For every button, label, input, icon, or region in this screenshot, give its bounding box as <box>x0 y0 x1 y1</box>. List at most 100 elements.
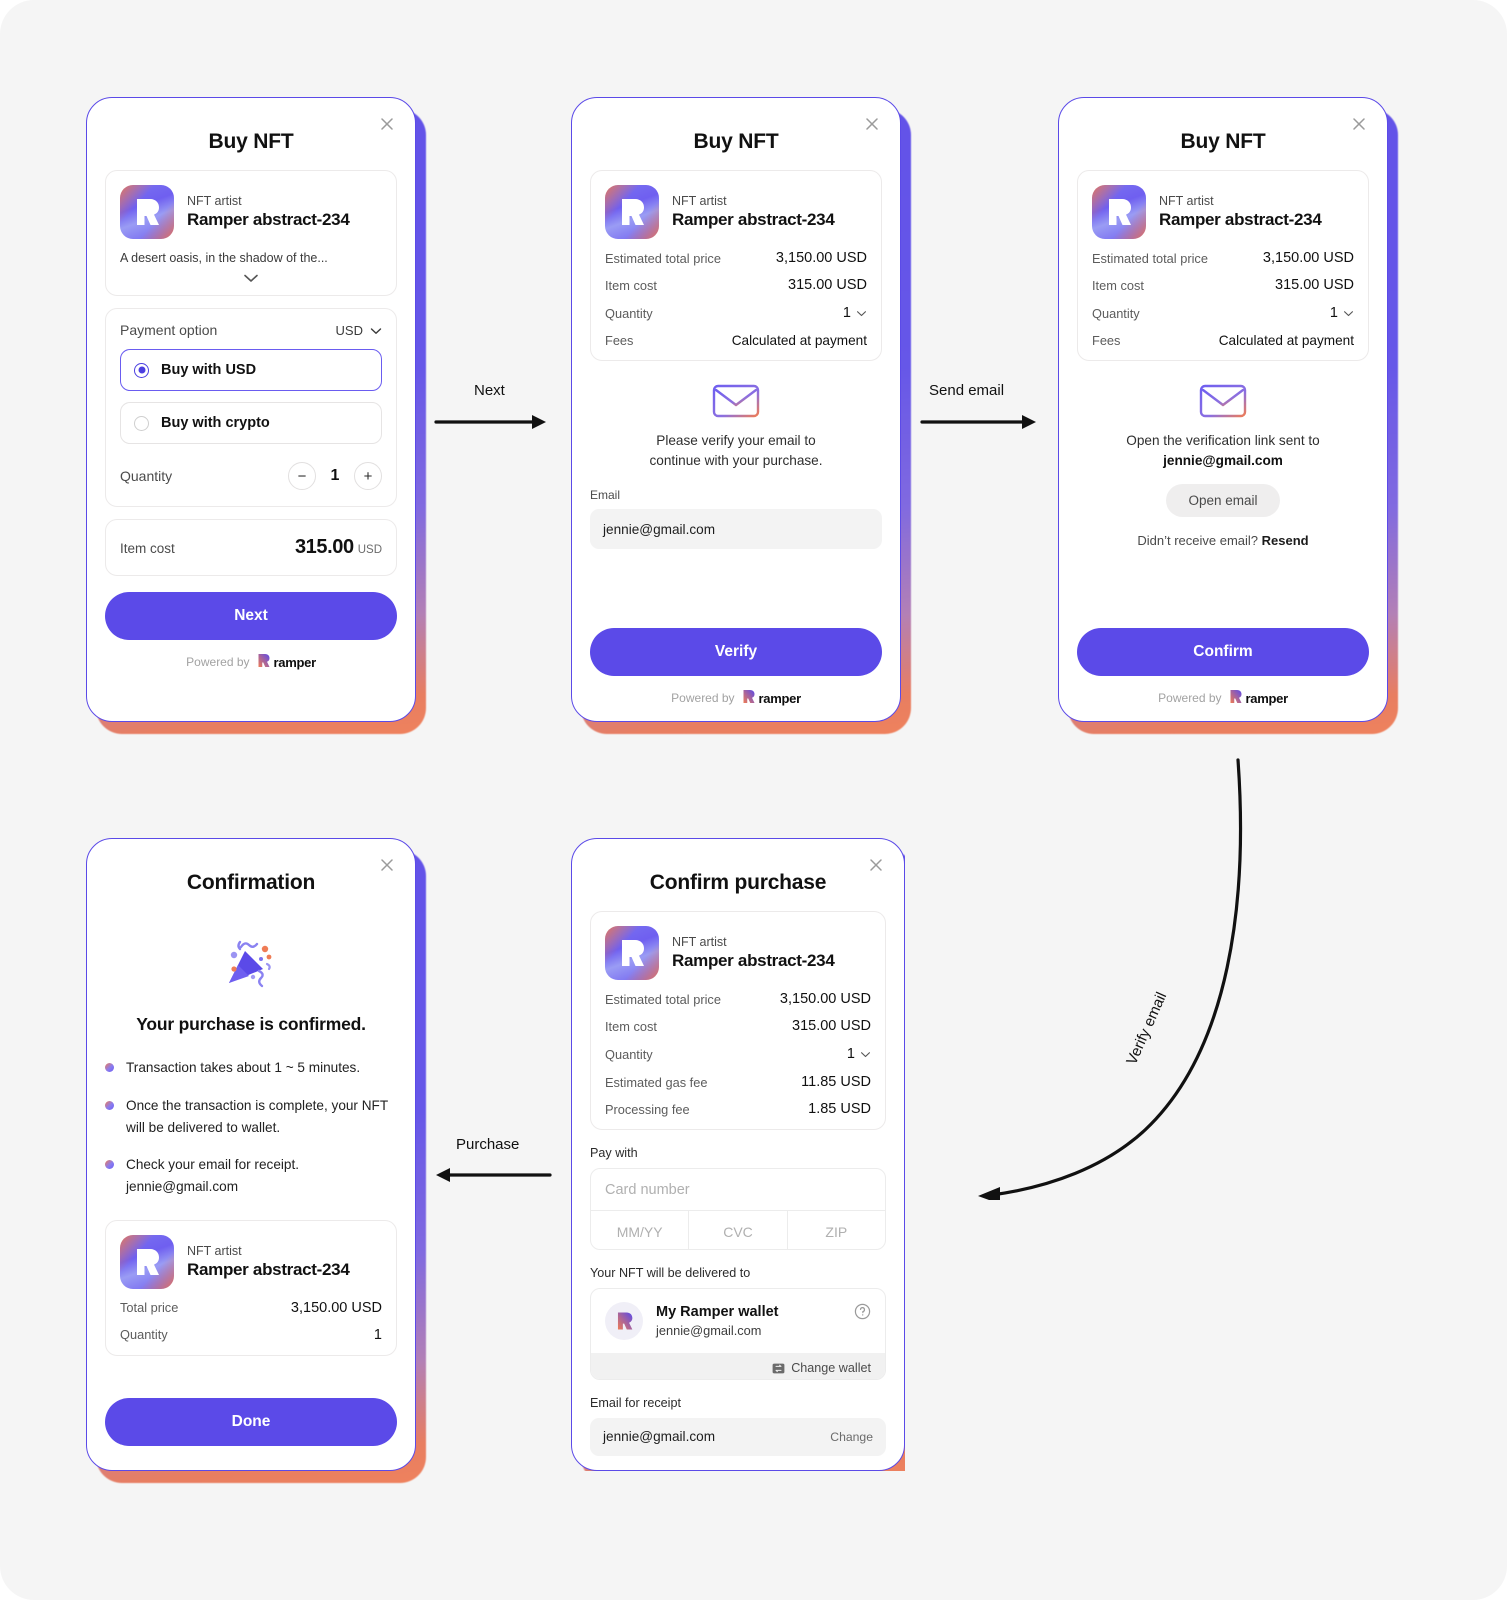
ramper-wordmark: ramper <box>758 690 802 706</box>
table-row: Fees Calculated at payment <box>1092 333 1354 348</box>
list-item-text: Check your email for receipt. jennie@gma… <box>126 1154 299 1198</box>
nft-avatar <box>120 185 174 239</box>
item-cost-label: Item cost <box>120 541 175 556</box>
change-wallet-button[interactable]: Change wallet <box>591 1353 885 1379</box>
table-row: Quantity 1 <box>1092 304 1354 322</box>
change-receipt-email-button[interactable]: Change <box>830 1430 873 1444</box>
quantity-value: 1 <box>330 467 340 484</box>
nft-avatar <box>605 926 659 980</box>
nft-name: Ramper abstract-234 <box>1159 210 1322 229</box>
open-email-button[interactable]: Open email <box>1166 484 1280 518</box>
row-label: Estimated total price <box>1092 250 1208 266</box>
nft-name: Ramper abstract-234 <box>672 951 835 970</box>
ramper-logo-icon <box>1229 689 1242 707</box>
resend-row: Didn’t receive email? Resend <box>1077 533 1369 548</box>
row-value: 3,150.00 USD <box>1262 250 1354 266</box>
row-label: Item cost <box>1092 277 1144 293</box>
card-zip-input[interactable]: ZIP <box>788 1211 885 1249</box>
quantity-select[interactable]: 1 <box>847 1045 871 1063</box>
table-row: Estimated gas fee 11.85 USD <box>605 1074 871 1090</box>
receipt-email-input[interactable]: jennie@gmail.com Change <box>590 1417 886 1456</box>
quantity-select[interactable]: 1 <box>843 304 867 322</box>
ramper-logo-icon <box>742 689 755 707</box>
email-receipt-label: Email for receipt <box>590 1395 681 1410</box>
card-cvc-input[interactable]: CVC <box>689 1211 788 1250</box>
close-icon[interactable] <box>377 114 397 134</box>
nft-name: Ramper abstract-234 <box>672 210 835 229</box>
screen-buy-nft-step1: Buy NFT NFT artist Ramper abstract-234 A… <box>86 97 426 734</box>
powered-by-ramper: Powered by ramper <box>105 653 397 671</box>
nft-artist-label: NFT artist <box>187 194 242 208</box>
row-label: Estimated total price <box>605 250 721 266</box>
verify-line-1: Please verify your email to <box>656 433 816 448</box>
help-circle-icon[interactable] <box>854 1303 871 1320</box>
payment-option-block: Payment option USD Buy with USD Buy with… <box>105 308 397 507</box>
confirmation-notes: Transaction takes about 1 ~ 5 minutes. O… <box>105 1057 397 1198</box>
option-label: Buy with USD <box>161 362 257 378</box>
row-value: 315.00 USD <box>788 277 867 293</box>
option-buy-with-usd[interactable]: Buy with USD <box>120 349 382 391</box>
quantity-decrement-button[interactable]: − <box>288 462 316 490</box>
verify-instruction: Please verify your email to continue wit… <box>590 431 882 470</box>
powered-by-ramper: Powered by ramper <box>590 689 882 707</box>
row-value: 11.85 USD <box>801 1074 871 1090</box>
table-row: Item cost 315.00 USD <box>1092 277 1354 293</box>
nft-name: Ramper abstract-234 <box>187 1259 350 1279</box>
resend-prefix: Didn’t receive email? <box>1137 533 1259 549</box>
screen-open-verification-link: Buy NFT NFT artist Ramper abstract-234 E… <box>1058 97 1398 734</box>
nft-avatar <box>605 185 659 239</box>
nft-avatar <box>120 1234 174 1289</box>
row-value: 1 <box>846 1046 855 1062</box>
table-row: Estimated total price 3,150.00 USD <box>605 250 867 266</box>
resend-link[interactable]: Resend <box>1262 533 1309 548</box>
table-row: Quantity 1 <box>605 304 867 322</box>
close-icon[interactable] <box>862 114 882 134</box>
next-button[interactable]: Next <box>105 592 397 640</box>
bullet-dot-icon <box>105 1063 114 1072</box>
wallet-box: My Ramper wallet jennie@gmail.com Change… <box>590 1288 886 1380</box>
close-icon[interactable] <box>377 855 397 875</box>
arrow-next <box>434 415 546 429</box>
screen-confirmation: Confirmation Your purchase is confirmed.… <box>86 838 426 1483</box>
page-title: Buy NFT <box>1180 130 1266 153</box>
table-row: Quantity 1 <box>120 1327 382 1343</box>
currency-select[interactable]: USD <box>336 323 382 338</box>
row-label: Estimated total price <box>605 991 721 1007</box>
screen-verify-email: Buy NFT NFT artist Ramper abstract-234 E… <box>571 97 911 734</box>
close-icon[interactable] <box>866 855 886 875</box>
done-button[interactable]: Done <box>105 1398 397 1446</box>
table-row: Total price 3,150.00 USD <box>120 1300 382 1316</box>
table-row: Item cost 315.00 USD <box>605 277 867 293</box>
email-input[interactable]: jennie@gmail.com <box>590 509 882 550</box>
expand-description-button[interactable] <box>120 273 382 283</box>
receipt-note: Check your email for receipt. <box>126 1157 300 1173</box>
table-row: Fees Calculated at payment <box>605 333 867 348</box>
verify-button[interactable]: Verify <box>590 628 882 676</box>
confirm-button[interactable]: Confirm <box>1077 628 1369 676</box>
quantity-select[interactable]: 1 <box>1330 304 1354 322</box>
email-illustration <box>590 383 882 419</box>
chevron-down-icon <box>860 1045 871 1063</box>
option-label: Buy with crypto <box>161 415 270 431</box>
row-value: 1 <box>842 305 851 321</box>
verification-email: jennie@gmail.com <box>1163 452 1283 468</box>
row-value: Calculated at payment <box>1218 333 1354 348</box>
powered-by-label: Powered by <box>186 655 250 669</box>
nft-summary-panel: NFT artist Ramper abstract-234 Estimated… <box>590 170 882 361</box>
nft-artist-label: NFT artist <box>672 935 727 949</box>
chevron-down-icon <box>370 323 382 338</box>
payment-option-label: Payment option <box>120 322 218 338</box>
item-cost-currency: USD <box>357 544 382 556</box>
card-expiry-input[interactable]: MM/YY <box>591 1211 690 1250</box>
close-icon[interactable] <box>1349 114 1369 134</box>
arrow-label-purchase: Purchase <box>456 1136 520 1153</box>
row-label: Fees <box>1092 333 1121 348</box>
bullet-dot-icon <box>105 1100 114 1110</box>
ramper-wordmark: ramper <box>1245 690 1289 706</box>
nft-artist-label: NFT artist <box>1159 194 1214 208</box>
card-number-input[interactable]: Card number <box>591 1169 885 1211</box>
table-row: Estimated total price 3,150.00 USD <box>605 991 871 1007</box>
option-buy-with-crypto[interactable]: Buy with crypto <box>120 402 382 444</box>
party-popper-illustration <box>105 925 397 1002</box>
quantity-increment-button[interactable]: + <box>354 462 382 490</box>
